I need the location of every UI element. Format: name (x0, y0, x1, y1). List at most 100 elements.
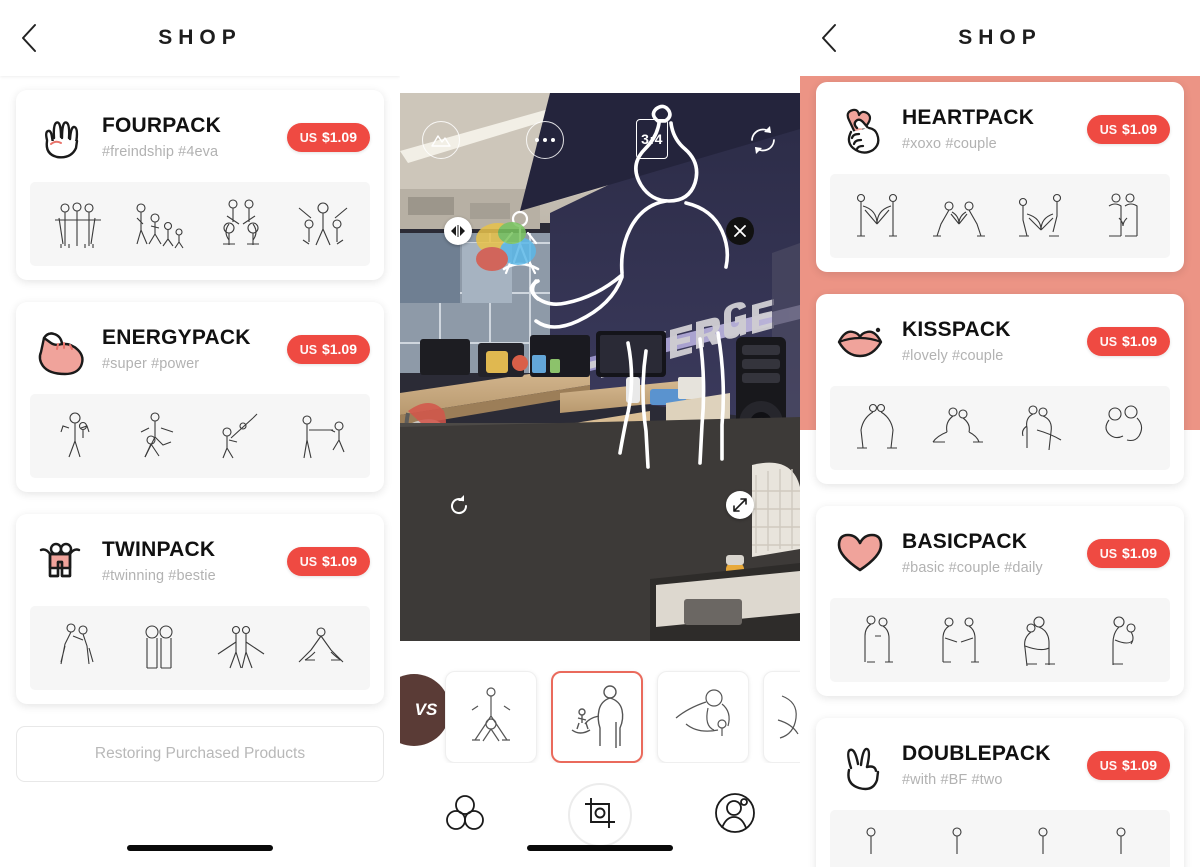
price-currency: US (1099, 758, 1118, 773)
back-button[interactable] (14, 23, 44, 53)
pack-header: KISSPACK #lovely #couple US $1.09 (830, 310, 1170, 372)
pack-card-kisspack[interactable]: KISSPACK #lovely #couple US $1.09 (816, 294, 1184, 484)
close-icon[interactable] (726, 217, 754, 245)
pose-thumb (127, 192, 191, 256)
pack-card-twinpack[interactable]: TWINPACK #twinning #bestie US $1.09 (16, 514, 384, 704)
page-title: SHOP (158, 26, 242, 49)
pack-header: BASICPACK #basic #couple #daily US $1.09 (830, 522, 1170, 584)
pose-thumb-first-label: VS (414, 700, 438, 719)
peace-sign-hand-icon (830, 735, 890, 795)
mirror-flip-icon[interactable] (444, 217, 472, 245)
pose-thumb (927, 820, 991, 867)
capture-button[interactable] (567, 783, 632, 847)
price-amount: $1.09 (321, 552, 357, 569)
pose-thumb (291, 192, 355, 256)
price-button[interactable]: US $1.09 (1086, 538, 1170, 568)
price-button[interactable]: US $1.09 (286, 122, 370, 152)
header-right: SHOP (800, 0, 1200, 76)
pack-preview-strip[interactable] (830, 174, 1170, 258)
pose-thumb-3[interactable] (657, 671, 749, 763)
pose-thumb (45, 616, 109, 680)
pose-thumb (845, 396, 909, 460)
pack-header: DOUBLEPACK #with #BF #two US $1.09 (830, 734, 1170, 796)
pack-card-doublepack[interactable]: DOUBLEPACK #with #BF #two US $1.09 (816, 718, 1184, 867)
finger-heart-icon (830, 99, 890, 159)
price-button[interactable]: US $1.09 (286, 334, 370, 364)
resize-handle-icon[interactable] (726, 491, 754, 519)
pose-thumbnail-strip[interactable]: VS (400, 657, 800, 763)
price-currency: US (299, 342, 318, 357)
pose-thumb (1009, 396, 1073, 460)
pack-card-fourpack[interactable]: FOURPACK #freindship #4eva US $1.09 (16, 90, 384, 280)
pack-card-basicpack[interactable]: BASICPACK #basic #couple #daily US $1.09 (816, 506, 1184, 696)
three-circles-icon (442, 790, 488, 841)
pose-thumb (1091, 608, 1155, 672)
back-button[interactable] (814, 23, 844, 53)
pack-tags: #super #power (102, 355, 200, 372)
price-button[interactable]: US $1.09 (1086, 114, 1170, 144)
pose-thumb-1[interactable] (445, 671, 537, 763)
switch-camera-icon[interactable] (744, 121, 782, 159)
four-fingers-hand-icon (30, 107, 90, 167)
lips-icon (830, 311, 890, 371)
pack-header: FOURPACK #freindship #4eva US $1.09 (30, 106, 370, 168)
price-currency: US (1099, 122, 1118, 137)
pose-thumb (927, 608, 991, 672)
pack-meta: DOUBLEPACK #with #BF #two (898, 742, 1079, 787)
pose-thumb-2[interactable] (551, 671, 643, 763)
pose-thumb-first[interactable]: VS (400, 674, 450, 746)
pack-card-energypack[interactable]: ENERGYPACK #super #power US $1.09 (16, 302, 384, 492)
more-options-icon[interactable] (526, 121, 564, 159)
price-button[interactable]: US $1.09 (1086, 750, 1170, 780)
pack-preview-strip[interactable] (30, 394, 370, 478)
pack-tags: #twinning #bestie (102, 567, 216, 584)
home-indicator (127, 845, 273, 851)
pack-card-heartpack[interactable]: HEARTPACK #xoxo #couple US $1.09 (816, 82, 1184, 272)
pack-header: ENERGYPACK #super #power US $1.09 (30, 318, 370, 380)
profile-tab[interactable] (707, 787, 763, 843)
pose-thumb (1091, 820, 1155, 867)
pose-color-accent (476, 222, 536, 271)
camera-viewfinder[interactable]: 3:4 (400, 93, 800, 641)
pose-thumb (845, 608, 909, 672)
pack-meta: ENERGYPACK #super #power (98, 326, 279, 371)
pack-preview-strip[interactable] (830, 598, 1170, 682)
price-currency: US (1099, 546, 1118, 561)
pack-tags: #lovely #couple (902, 347, 1004, 364)
pack-title: BASICPACK (902, 530, 1028, 554)
screenshot-root: SHOP FOURPACK #freindship #4eva US $1.09… (0, 0, 1200, 867)
pose-thumb (927, 396, 991, 460)
price-amount: $1.09 (1121, 332, 1157, 349)
price-button[interactable]: US $1.09 (1086, 326, 1170, 356)
pack-preview-strip[interactable] (830, 386, 1170, 470)
pack-preview-strip[interactable] (830, 810, 1170, 867)
landscape-filter-icon[interactable] (422, 121, 460, 159)
pose-thumb (1009, 184, 1073, 248)
bottom-navigation (400, 763, 800, 867)
shop-panel-left: SHOP FOURPACK #freindship #4eva US $1.09… (0, 0, 400, 867)
pack-title: KISSPACK (902, 318, 1011, 342)
restore-purchases-button[interactable]: Restoring Purchased Products (16, 726, 384, 782)
aspect-ratio-button[interactable]: 3:4 (636, 119, 668, 159)
home-indicator (527, 845, 673, 851)
pack-header: TWINPACK #twinning #bestie US $1.09 (30, 530, 370, 592)
price-button[interactable]: US $1.09 (286, 546, 370, 576)
pack-preview-strip[interactable] (30, 182, 370, 266)
pack-meta: TWINPACK #twinning #bestie (98, 538, 279, 583)
packs-tab[interactable] (437, 787, 493, 843)
pose-thumb (209, 404, 273, 468)
price-amount: $1.09 (321, 128, 357, 145)
pose-thumb (1091, 396, 1155, 460)
pose-thumb (291, 404, 355, 468)
pose-thumb (1009, 608, 1073, 672)
price-amount: $1.09 (1121, 544, 1157, 561)
pose-thumb (209, 616, 273, 680)
pack-tags: #xoxo #couple (902, 135, 997, 152)
price-amount: $1.09 (1121, 756, 1157, 773)
flexed-biceps-icon (30, 319, 90, 379)
pose-thumb (127, 404, 191, 468)
pose-thumb-4[interactable] (763, 671, 800, 763)
pack-meta: HEARTPACK #xoxo #couple (898, 106, 1079, 151)
reset-rotation-icon[interactable] (446, 493, 472, 519)
pack-preview-strip[interactable] (30, 606, 370, 690)
